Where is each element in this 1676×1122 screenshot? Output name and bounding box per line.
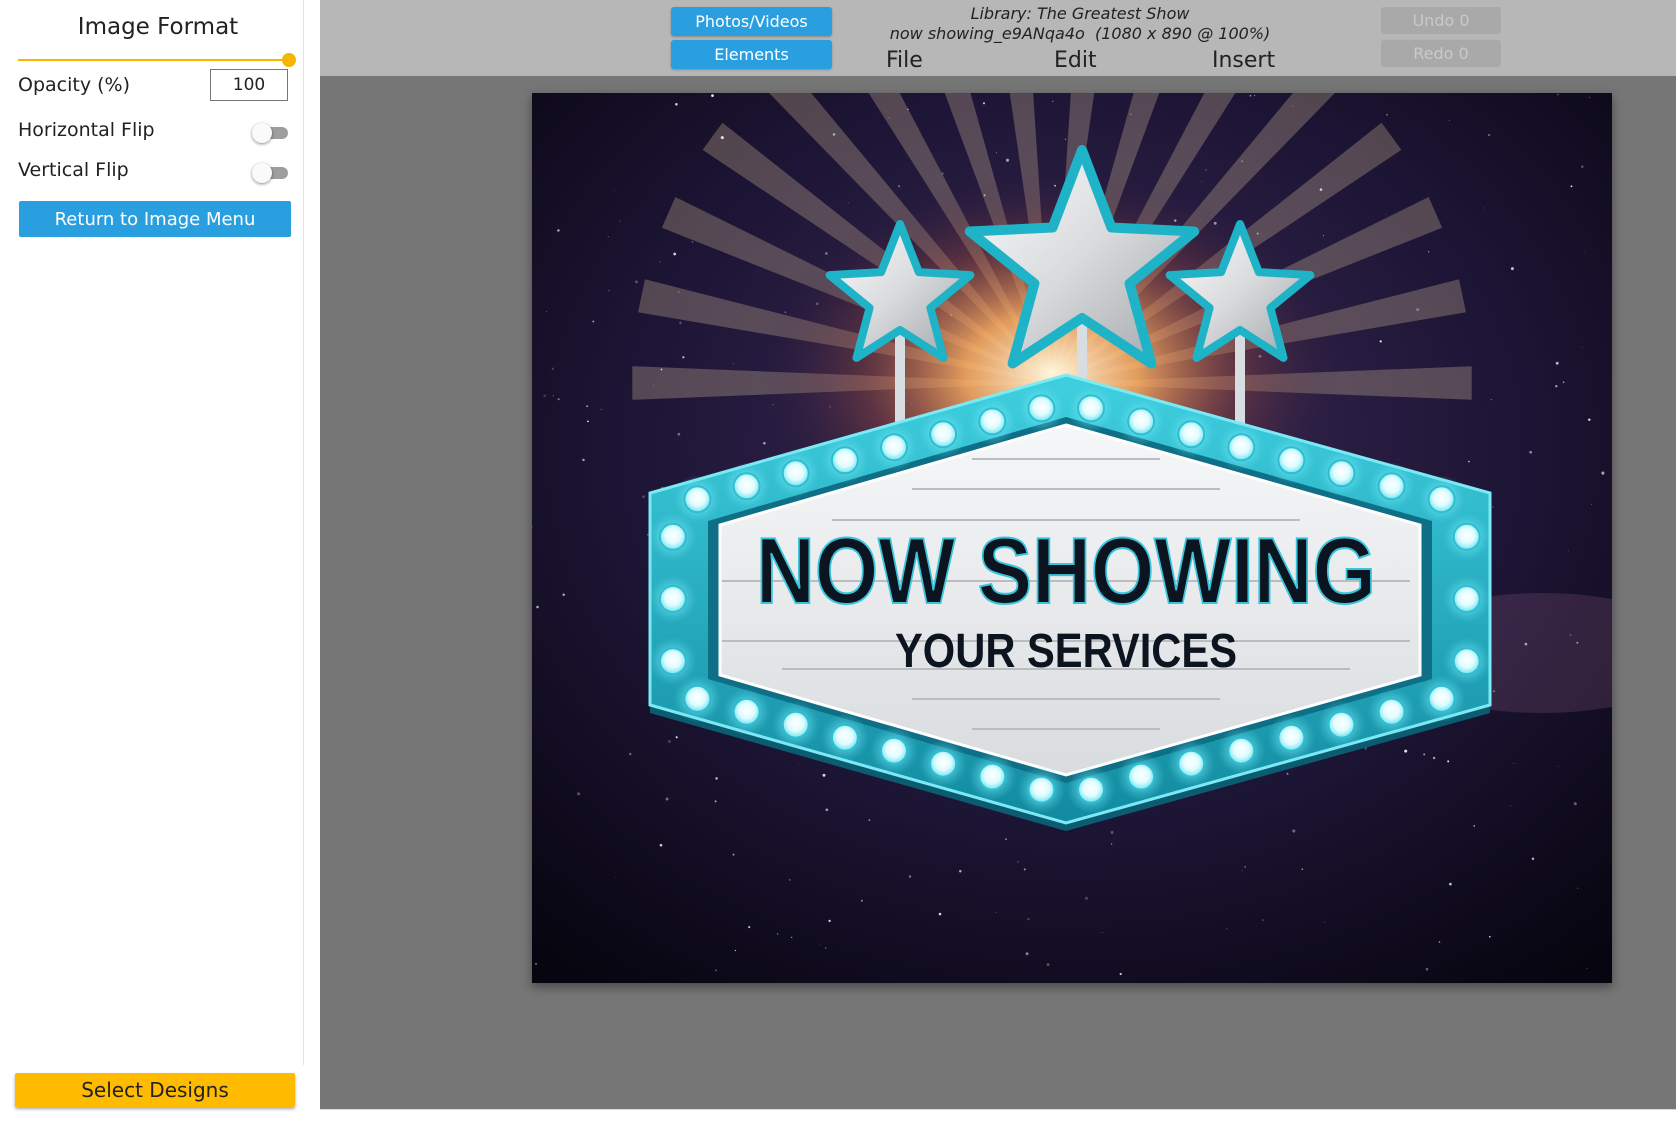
image-format-panel: Image Format Opacity (%) Horizontal Flip… (0, 0, 304, 1065)
opacity-label: Opacity (%) (18, 74, 130, 96)
subline-text: YOUR SERVICES (895, 625, 1237, 678)
select-designs-button[interactable]: Select Designs (15, 1073, 295, 1107)
panel-title: Image Format (77, 14, 239, 40)
library-title: Library: The Greatest Show (970, 4, 1190, 23)
menu-insert[interactable]: Insert (1212, 48, 1275, 73)
menu-file[interactable]: File (886, 48, 923, 73)
file-info: now showing_e9ANqa4o (1080 x 890 @ 100%) (889, 24, 1271, 43)
menu-edit[interactable]: Edit (1054, 48, 1097, 73)
horizontal-flip-toggle[interactable] (252, 123, 288, 143)
vertical-flip-label: Vertical Flip (18, 159, 129, 181)
marquee-design: NOW SHOWING YOUR SERVICES (532, 93, 1612, 983)
bottom-strip (320, 1109, 1676, 1122)
return-to-image-menu-button[interactable]: Return to Image Menu (19, 201, 291, 237)
photos-videos-button[interactable]: Photos/Videos (671, 7, 832, 36)
horizontal-flip-label: Horizontal Flip (18, 119, 155, 141)
opacity-input[interactable] (210, 69, 288, 101)
design-artboard[interactable]: NOW SHOWING YOUR SERVICES (532, 93, 1612, 983)
elements-button[interactable]: Elements (671, 40, 832, 69)
toggle-knob (252, 123, 272, 143)
opacity-slider[interactable] (18, 53, 296, 67)
slider-fill (18, 59, 289, 61)
toggle-knob (252, 163, 272, 183)
undo-button[interactable]: Undo 0 (1381, 7, 1501, 34)
headline-text: NOW SHOWING (756, 518, 1376, 623)
redo-button[interactable]: Redo 0 (1381, 40, 1501, 67)
slider-thumb[interactable] (282, 53, 296, 67)
vertical-flip-toggle[interactable] (252, 163, 288, 183)
